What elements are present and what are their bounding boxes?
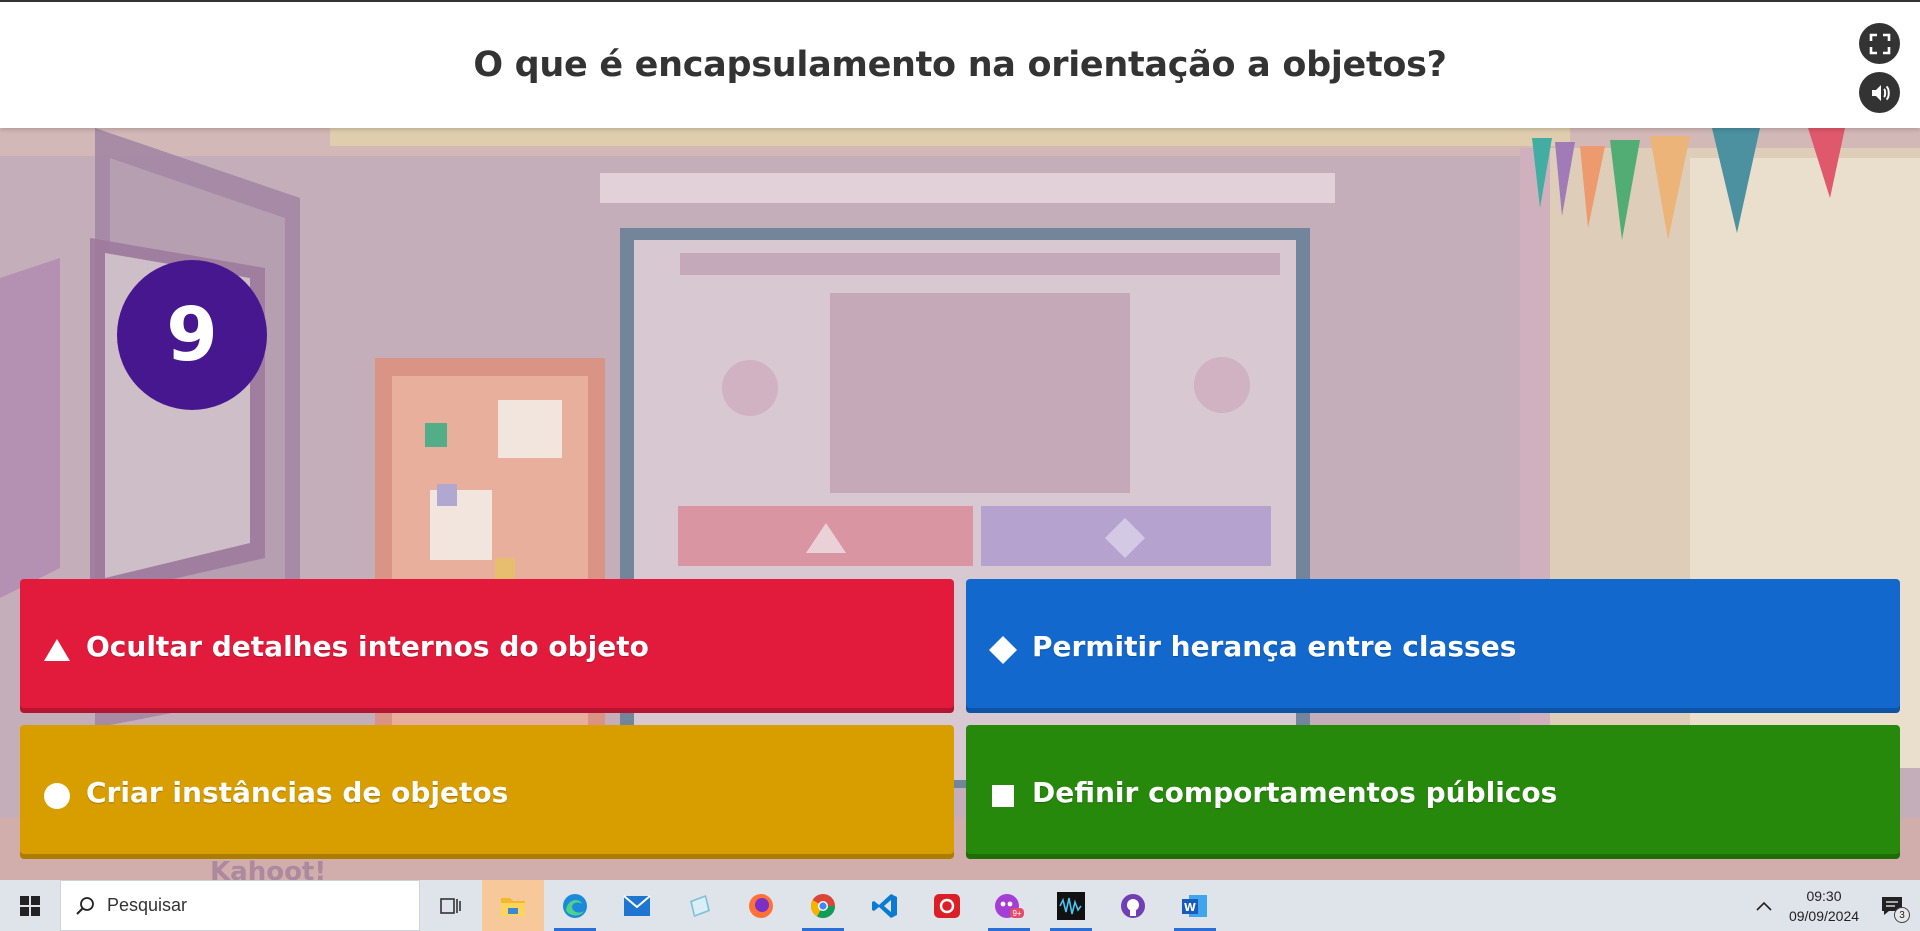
github-desktop-taskbar-item[interactable] bbox=[1102, 880, 1164, 931]
circle-icon bbox=[42, 781, 72, 811]
triangle-icon bbox=[42, 635, 72, 665]
clock-date: 09/09/2024 bbox=[1788, 907, 1860, 924]
firefox-icon bbox=[749, 893, 773, 918]
question-header: O que é encapsulamento na orientação a o… bbox=[0, 0, 1920, 128]
search-icon bbox=[76, 896, 94, 915]
edge-taskbar-item[interactable] bbox=[544, 880, 606, 931]
word-taskbar-item[interactable]: W bbox=[1164, 880, 1226, 931]
windows-icon bbox=[20, 895, 40, 916]
game-bar-taskbar-item[interactable]: 9+ bbox=[978, 880, 1040, 931]
taskbar-search[interactable]: Pesquisar bbox=[60, 880, 420, 931]
answer-option-diamond[interactable]: Permitir herança entre classes bbox=[966, 579, 1900, 713]
edge-icon bbox=[563, 893, 587, 918]
mail-taskbar-item[interactable] bbox=[606, 880, 668, 931]
answer-label: Permitir herança entre classes bbox=[1032, 629, 1517, 663]
chevron-up-icon bbox=[1756, 901, 1772, 911]
task-view-icon bbox=[440, 897, 461, 914]
notification-badge: 9+ bbox=[1012, 909, 1021, 918]
answer-label: Ocultar detalhes internos do objeto bbox=[86, 629, 649, 663]
chrome-taskbar-item[interactable] bbox=[792, 880, 854, 931]
question-title: O que é encapsulamento na orientação a o… bbox=[473, 45, 1447, 85]
square-icon bbox=[988, 781, 1018, 811]
notepad-taskbar-item[interactable] bbox=[668, 880, 730, 931]
vscode-icon bbox=[872, 893, 897, 918]
search-placeholder: Pesquisar bbox=[107, 895, 188, 915]
notification-count: 3 bbox=[1894, 907, 1910, 923]
file-explorer-taskbar-item[interactable] bbox=[482, 880, 544, 931]
answer-option-triangle[interactable]: Ocultar detalhes internos do objeto bbox=[20, 579, 954, 713]
task-view-button[interactable] bbox=[420, 880, 482, 931]
answer-option-circle[interactable]: Criar instâncias de objetos bbox=[20, 725, 954, 859]
creative-cloud-taskbar-item[interactable] bbox=[916, 880, 978, 931]
firefox-taskbar-item[interactable] bbox=[730, 880, 792, 931]
word-icon: W bbox=[1182, 894, 1207, 917]
action-center-button[interactable]: 3 bbox=[1864, 880, 1920, 931]
vscode-taskbar-item[interactable] bbox=[854, 880, 916, 931]
chrome-icon bbox=[810, 893, 835, 918]
sound-button[interactable] bbox=[1859, 72, 1900, 113]
show-hidden-icons-button[interactable] bbox=[1744, 880, 1784, 931]
notepad-icon bbox=[690, 894, 710, 917]
fullscreen-button[interactable] bbox=[1859, 23, 1900, 64]
waveform-icon bbox=[1057, 891, 1085, 920]
answer-label: Criar instâncias de objetos bbox=[86, 775, 509, 809]
svg-text:W: W bbox=[1184, 901, 1196, 914]
creative-cloud-icon bbox=[934, 893, 960, 918]
clock-time: 09:30 bbox=[1806, 887, 1842, 904]
answer-option-square[interactable]: Definir comportamentos públicos bbox=[966, 725, 1900, 859]
diamond-icon bbox=[988, 635, 1018, 665]
answer-label: Definir comportamentos públicos bbox=[1032, 775, 1558, 809]
github-icon bbox=[1121, 893, 1145, 918]
countdown-timer: 9 bbox=[117, 260, 267, 410]
sound-icon bbox=[1871, 84, 1890, 101]
mail-icon bbox=[623, 894, 651, 916]
folder-icon bbox=[501, 897, 525, 916]
system-tray: 09:30 09/09/2024 3 bbox=[1744, 880, 1920, 931]
audio-app-taskbar-item[interactable] bbox=[1040, 880, 1102, 931]
game-controller-icon: 9+ bbox=[995, 893, 1024, 918]
start-button[interactable] bbox=[0, 880, 60, 931]
windows-taskbar: Pesquisar 9+ W 09:30 09/09/2024 3 bbox=[0, 880, 1920, 931]
fullscreen-icon bbox=[1869, 33, 1890, 54]
system-clock[interactable]: 09:30 09/09/2024 bbox=[1784, 886, 1864, 926]
